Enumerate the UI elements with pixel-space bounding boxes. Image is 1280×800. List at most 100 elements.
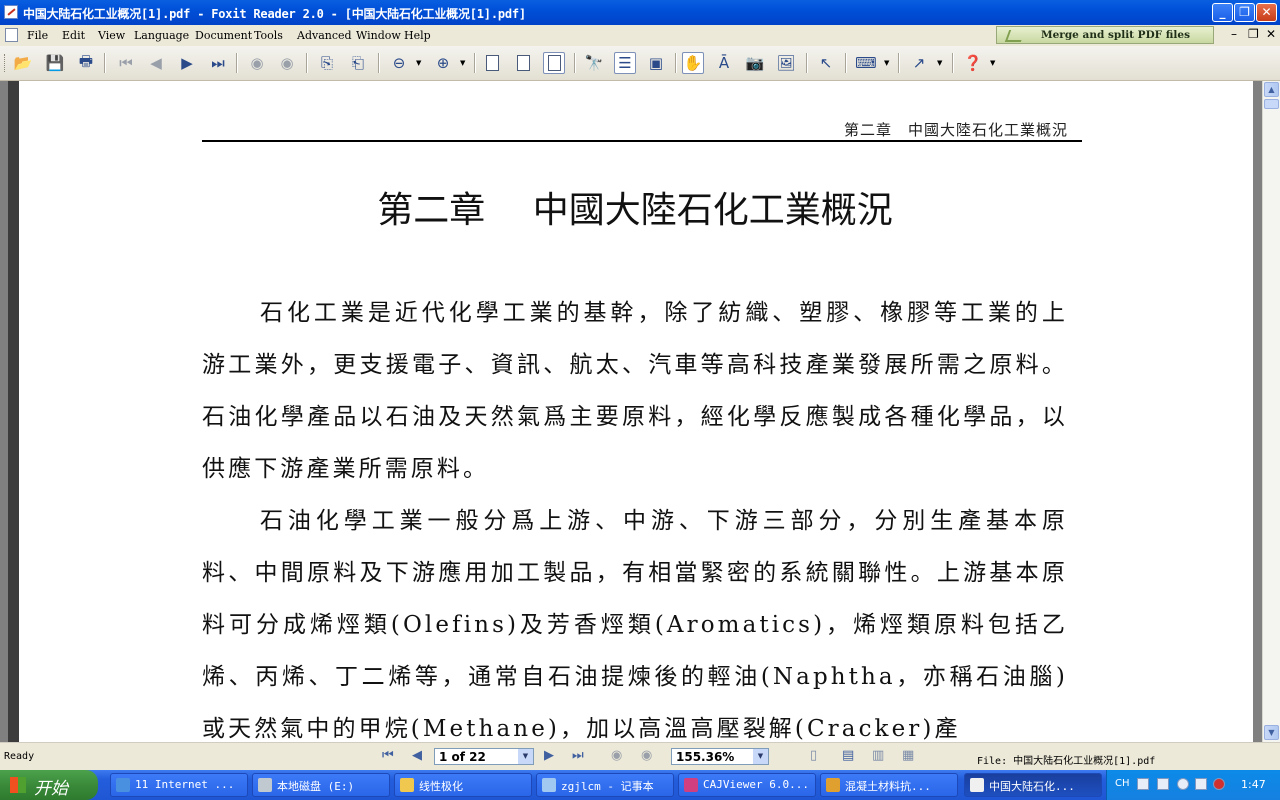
title-bar[interactable]: 中国大陆石化工业概况[1].pdf - Foxit Reader 2.0 - […	[0, 0, 1280, 25]
taskbar: 开始 11 Internet ... 本地磁盘 (E:) 线性极化 zgjlcm…	[0, 770, 1280, 800]
scroll-thumb[interactable]	[1264, 99, 1279, 109]
zoom-dropdown-icon[interactable]: ▼	[753, 749, 768, 764]
window-title: 中国大陆石化工业概况[1].pdf - Foxit Reader 2.0 - […	[23, 7, 526, 21]
typewriter-icon[interactable]: ⌨	[855, 52, 877, 74]
security-shield-icon[interactable]	[1213, 778, 1225, 790]
zoom-in-dropdown-icon[interactable]: ▼	[460, 59, 465, 67]
continuous-facing-icon[interactable]: ▦	[902, 748, 914, 763]
fit-page-icon[interactable]	[512, 52, 534, 74]
pdf-page[interactable]: 第二章 中國大陸石化工業概況 第二章 中國大陸石化工業概況 石化工業是近代化學工…	[19, 81, 1253, 742]
rotate-left-icon[interactable]: ⎘	[316, 52, 338, 74]
typewriter-dropdown-icon[interactable]: ▼	[884, 59, 889, 67]
language-indicator[interactable]: CH	[1115, 778, 1130, 789]
print-icon[interactable]: 🖶	[75, 52, 97, 74]
task-folder[interactable]: 线性极化	[394, 773, 532, 797]
toolbar-separator	[104, 53, 106, 73]
back-icon[interactable]: ◉	[246, 52, 268, 74]
paragraph: 石油化學工業一般分爲上游、中游、下游三部分，分別生產基本原料、中間原料及下游應用…	[202, 508, 1069, 742]
document-viewport[interactable]: 第二章 中國大陸石化工業概況 第二章 中國大陸石化工業概況 石化工業是近代化學工…	[0, 81, 1262, 742]
folder-icon	[400, 778, 414, 792]
continuous-icon[interactable]: ▤	[842, 748, 854, 763]
menu-tools[interactable]: Tools	[254, 29, 283, 42]
status-first-page-icon[interactable]: ⏮	[382, 748, 394, 763]
find-icon[interactable]: 🔭	[583, 52, 605, 74]
hand-tool-icon[interactable]: ✋	[682, 52, 704, 74]
doc-close-button[interactable]: ✕	[1266, 27, 1276, 41]
zoom-out-icon[interactable]: ⊖	[388, 52, 410, 74]
clock[interactable]: 1:47	[1241, 778, 1266, 791]
system-tray: CH 1:47	[1106, 770, 1280, 800]
bookmarks-panel-icon[interactable]: ☰	[614, 52, 636, 74]
doc-minimize-button[interactable]: –	[1231, 27, 1237, 41]
arrow-tool-icon[interactable]: ↗	[908, 52, 930, 74]
menu-help[interactable]: Help	[404, 29, 431, 42]
last-page-icon[interactable]: ⏭	[207, 52, 229, 74]
open-icon[interactable]: 📂	[12, 52, 34, 74]
task-local-disk[interactable]: 本地磁盘 (E:)	[252, 773, 390, 797]
thumbnails-panel-icon[interactable]: ▣	[645, 52, 667, 74]
menu-window[interactable]: Window	[356, 29, 401, 42]
menu-file[interactable]: File	[27, 29, 48, 42]
menu-view[interactable]: View	[98, 29, 125, 42]
merge-split-banner[interactable]: Merge and split PDF files	[996, 26, 1214, 44]
restore-button[interactable]: ❐	[1234, 3, 1255, 22]
start-button[interactable]: 开始	[0, 770, 98, 800]
task-notepad[interactable]: zgjlcm - 记事本	[536, 773, 674, 797]
app-icon[interactable]	[4, 5, 18, 19]
status-last-page-icon[interactable]: ⏭	[572, 748, 584, 763]
menu-edit[interactable]: Edit	[62, 29, 85, 42]
help-tray-icon[interactable]	[1157, 778, 1169, 790]
vertical-scrollbar[interactable]: ▲ ▼	[1262, 81, 1280, 742]
save-icon[interactable]: 💾	[44, 52, 66, 74]
facing-icon[interactable]: ▥	[872, 748, 884, 763]
paragraph: 石化工業是近代化學工業的基幹，除了紡織、塑膠、橡膠等工業的上游工業外，更支援電子…	[202, 300, 1068, 482]
task-internet-explorer[interactable]: 11 Internet ...	[110, 773, 248, 797]
fit-width-icon[interactable]	[543, 52, 565, 74]
show-hidden-icons-icon[interactable]	[1177, 778, 1189, 790]
menu-language[interactable]: Language	[134, 29, 189, 42]
snapshot-icon[interactable]: 📷	[744, 52, 766, 74]
status-previous-page-icon[interactable]: ◀	[412, 748, 422, 763]
page-dropdown-icon[interactable]: ▼	[518, 749, 533, 764]
zoom-out-dropdown-icon[interactable]: ▼	[416, 59, 421, 67]
navigation-panel-edge[interactable]	[8, 81, 19, 742]
keyboard-icon[interactable]	[1137, 778, 1149, 790]
select-text-icon[interactable]: Ā	[713, 52, 735, 74]
task-foxit-reader[interactable]: 中国大陆石化...	[964, 773, 1102, 797]
actual-size-icon[interactable]	[481, 52, 503, 74]
zoom-in-icon[interactable]: ⊕	[432, 52, 454, 74]
single-page-icon[interactable]: ▯	[810, 748, 817, 763]
scroll-down-icon[interactable]: ▼	[1264, 725, 1279, 740]
rotate-right-icon[interactable]: ⎗	[347, 52, 369, 74]
help-icon[interactable]: ❓	[962, 52, 984, 74]
first-page-icon[interactable]: ⏮	[115, 52, 137, 74]
toolbar-separator	[806, 53, 808, 73]
page-number-field[interactable]: 1 of 22 ▼	[434, 748, 534, 765]
menu-advanced[interactable]: Advanced	[297, 29, 352, 42]
menu-document[interactable]: Document	[195, 29, 252, 42]
previous-page-icon[interactable]: ◀	[145, 52, 167, 74]
arrow-tool-dropdown-icon[interactable]: ▼	[937, 59, 942, 67]
task-word-document[interactable]: 混凝土材料抗...	[820, 773, 958, 797]
minimize-button[interactable]: _	[1212, 3, 1233, 22]
document-icon[interactable]	[5, 28, 18, 42]
status-next-page-icon[interactable]: ▶	[544, 748, 554, 763]
doc-restore-button[interactable]: ❐	[1248, 27, 1259, 41]
toolbar-grip[interactable]	[4, 54, 8, 72]
status-back-icon[interactable]: ◉	[611, 748, 622, 763]
image-tool-icon[interactable]: 🖼	[775, 52, 797, 74]
task-cajviewer[interactable]: CAJViewer 6.0...	[678, 773, 816, 797]
forward-icon[interactable]: ◉	[276, 52, 298, 74]
scroll-up-icon[interactable]: ▲	[1264, 82, 1279, 97]
help-dropdown-icon[interactable]: ▼	[990, 59, 995, 67]
status-forward-icon[interactable]: ◉	[641, 748, 652, 763]
notepad-icon	[542, 778, 556, 792]
select-annotation-icon[interactable]: ↖	[815, 52, 837, 74]
toolbar-separator	[306, 53, 308, 73]
toolbar-separator	[378, 53, 380, 73]
zoom-level-value: 155.36%	[676, 750, 735, 764]
next-page-icon[interactable]: ▶	[176, 52, 198, 74]
zoom-level-field[interactable]: 155.36% ▼	[671, 748, 769, 765]
close-button[interactable]: ✕	[1256, 3, 1277, 22]
network-icon[interactable]	[1195, 778, 1207, 790]
